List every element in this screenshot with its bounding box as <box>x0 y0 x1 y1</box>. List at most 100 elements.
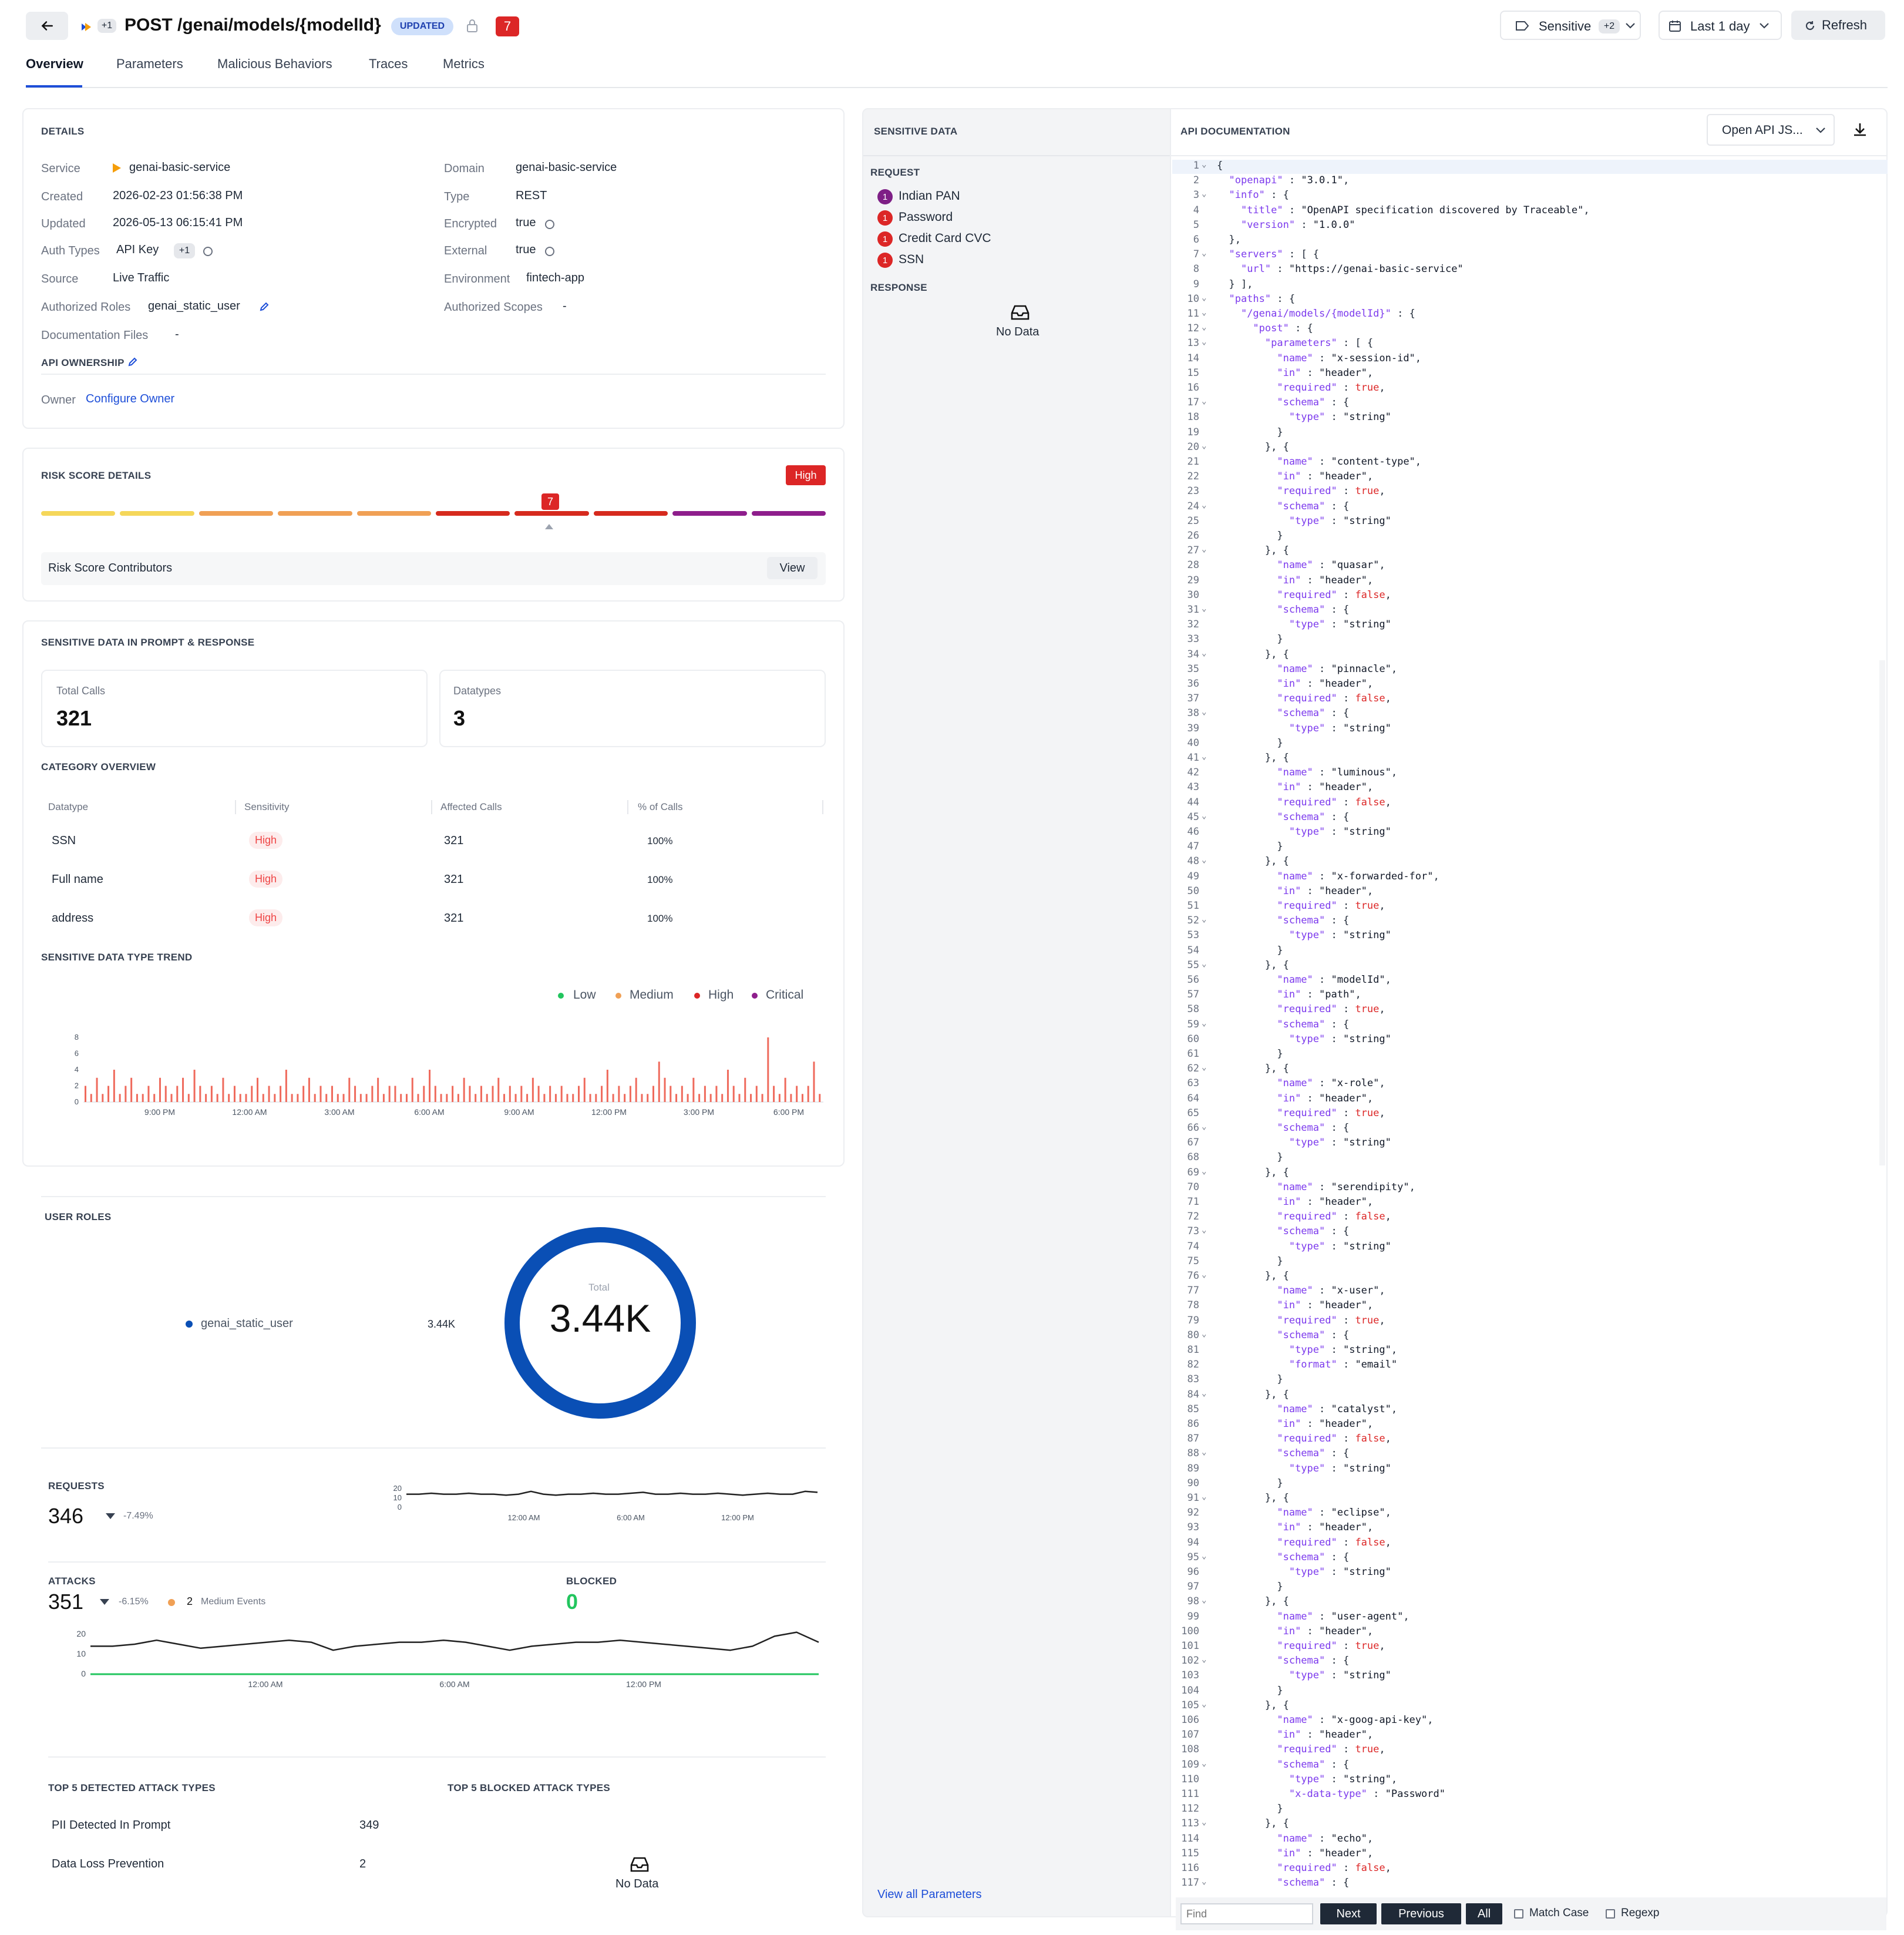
code-text: "schema" : { <box>1277 500 1350 512</box>
line-number: 18 <box>1187 411 1199 424</box>
fold-chevron-icon[interactable]: ⌄ <box>1202 1063 1206 1072</box>
info-icon[interactable] <box>545 220 554 229</box>
find-previous-button[interactable]: Previous <box>1381 1903 1461 1924</box>
fold-chevron-icon[interactable]: ⌄ <box>1202 1447 1206 1457</box>
fold-chevron-icon[interactable]: ⌄ <box>1202 1329 1206 1339</box>
line-number: 12 <box>1187 322 1199 335</box>
download-icon[interactable] <box>1851 121 1869 139</box>
sensitive-filter-dropdown[interactable]: Sensitive +2 <box>1500 11 1641 40</box>
code-editor[interactable]: 1 ⌄{2 "openapi" : "3.0.1", 3 ⌄ "info" : {4 … <box>1177 160 1882 1899</box>
auth-types-more[interactable]: +1 <box>174 243 195 258</box>
info-icon[interactable] <box>545 247 554 256</box>
back-button[interactable] <box>26 12 68 40</box>
response-label: RESPONSE <box>870 282 927 293</box>
y-tick-label: 0 <box>398 1503 402 1511</box>
fold-chevron-icon[interactable]: ⌄ <box>1202 322 1206 332</box>
fold-chevron-icon[interactable]: ⌄ <box>1202 308 1206 317</box>
authorized-scopes-label: Authorized Scopes <box>444 301 543 314</box>
badge-plus[interactable]: +1 <box>97 19 116 33</box>
info-icon[interactable] <box>203 247 213 256</box>
fold-chevron-icon[interactable]: ⌄ <box>1202 293 1206 303</box>
fold-chevron-icon[interactable]: ⌄ <box>1202 1167 1206 1176</box>
tab-metrics[interactable]: Metrics <box>443 56 485 72</box>
fold-chevron-icon[interactable]: ⌄ <box>1202 545 1206 554</box>
line-number: 74 <box>1187 1240 1199 1252</box>
tab-malicious-behaviors[interactable]: Malicious Behaviors <box>217 56 332 72</box>
fold-chevron-icon[interactable]: ⌄ <box>1202 649 1206 658</box>
trend-bar <box>319 1086 322 1102</box>
legend-critical[interactable]: Critical <box>766 988 803 1002</box>
tab-parameters[interactable]: Parameters <box>116 56 183 72</box>
match-case-checkbox[interactable] <box>1514 1909 1523 1919</box>
sensitive-item[interactable]: 1 Indian PAN <box>877 188 1124 206</box>
y-tick-label: 20 <box>393 1484 402 1493</box>
trend-bar <box>492 1086 494 1102</box>
tab-traces[interactable]: Traces <box>369 56 408 72</box>
sensitive-item[interactable]: 1 SSN <box>877 251 1124 269</box>
fold-chevron-icon[interactable]: ⌄ <box>1202 1270 1206 1279</box>
view-all-parameters-link[interactable]: View all Parameters <box>877 1888 981 1902</box>
fold-chevron-icon[interactable]: ⌄ <box>1202 397 1206 406</box>
edit-icon[interactable] <box>127 356 139 368</box>
donut-total-label: Total <box>588 1282 610 1293</box>
fold-chevron-icon[interactable]: ⌄ <box>1202 1122 1206 1131</box>
code-text: "type" : "string", <box>1289 1344 1398 1356</box>
regexp-checkbox[interactable] <box>1606 1909 1615 1919</box>
code-text: "schema" : { <box>1277 1655 1350 1667</box>
fold-chevron-icon[interactable]: ⌄ <box>1202 248 1206 258</box>
tab-overview[interactable]: Overview <box>26 56 83 72</box>
code-text: }, { <box>1217 1492 1289 1504</box>
configure-owner-link[interactable]: Configure Owner <box>86 392 174 406</box>
time-range-dropdown[interactable]: Last 1 day <box>1659 11 1782 40</box>
refresh-button[interactable]: Refresh <box>1791 11 1885 40</box>
fold-chevron-icon[interactable]: ⌄ <box>1202 1551 1206 1561</box>
fold-chevron-icon[interactable]: ⌄ <box>1202 1595 1206 1605</box>
service-value[interactable]: genai-basic-service <box>129 161 230 174</box>
fold-chevron-icon[interactable]: ⌄ <box>1202 707 1206 717</box>
fold-chevron-icon[interactable]: ⌄ <box>1202 959 1206 969</box>
edit-icon[interactable] <box>258 301 270 313</box>
code-text: "type" : "string" <box>1289 826 1391 838</box>
risk-contributors-view-button[interactable]: View <box>767 557 818 579</box>
fold-chevron-icon[interactable]: ⌄ <box>1202 500 1206 510</box>
fold-chevron-icon[interactable]: ⌄ <box>1202 855 1206 865</box>
code-scrollbar[interactable] <box>1879 660 1885 1165</box>
line-number: 75 <box>1187 1255 1199 1267</box>
fold-chevron-icon[interactable]: ⌄ <box>1202 1492 1206 1501</box>
find-next-button[interactable]: Next <box>1320 1903 1377 1924</box>
code-line: 47 } <box>1177 841 1882 855</box>
fold-chevron-icon[interactable]: ⌄ <box>1202 1818 1206 1827</box>
find-input[interactable] <box>1180 1903 1313 1924</box>
code-text: "type" : "string" <box>1289 515 1391 527</box>
fold-chevron-icon[interactable]: ⌄ <box>1202 1225 1206 1235</box>
find-all-button[interactable]: All <box>1466 1903 1502 1924</box>
trend-bar <box>159 1077 161 1102</box>
code-line: 106 "name" : "x-goog-api-key", <box>1177 1714 1882 1729</box>
fold-chevron-icon[interactable]: ⌄ <box>1202 1699 1206 1709</box>
fold-chevron-icon[interactable]: ⌄ <box>1202 160 1206 169</box>
legend-low[interactable]: Low <box>573 988 596 1002</box>
fold-chevron-icon[interactable]: ⌄ <box>1202 441 1206 451</box>
line-number: 7 <box>1193 248 1199 261</box>
fold-chevron-icon[interactable]: ⌄ <box>1202 1877 1206 1886</box>
legend-high[interactable]: High <box>708 988 734 1002</box>
fold-chevron-icon[interactable]: ⌄ <box>1202 1389 1206 1398</box>
fold-chevron-icon[interactable]: ⌄ <box>1202 752 1206 761</box>
code-line: 110 "type" : "string", <box>1177 1773 1882 1788</box>
fold-chevron-icon[interactable]: ⌄ <box>1202 604 1206 613</box>
fold-chevron-icon[interactable]: ⌄ <box>1202 1655 1206 1664</box>
fold-chevron-icon[interactable]: ⌄ <box>1202 915 1206 924</box>
fold-chevron-icon[interactable]: ⌄ <box>1202 189 1206 199</box>
doc-format-dropdown[interactable]: Open API JS... <box>1707 114 1835 146</box>
code-line: 32 "type" : "string" <box>1177 619 1882 633</box>
fold-chevron-icon[interactable]: ⌄ <box>1202 1019 1206 1028</box>
sensitive-item[interactable]: 1 Password <box>877 209 1124 227</box>
legend-medium[interactable]: Medium <box>630 988 674 1002</box>
fold-chevron-icon[interactable]: ⌄ <box>1202 337 1206 347</box>
code-line: 38 ⌄ "schema" : { <box>1177 707 1882 722</box>
fold-chevron-icon[interactable]: ⌄ <box>1202 1759 1206 1768</box>
code-text: "schema" : { <box>1277 604 1350 616</box>
sensitive-item[interactable]: 1 Credit Card CVC <box>877 230 1124 248</box>
code-text: "required" : false, <box>1277 1536 1391 1548</box>
fold-chevron-icon[interactable]: ⌄ <box>1202 811 1206 821</box>
